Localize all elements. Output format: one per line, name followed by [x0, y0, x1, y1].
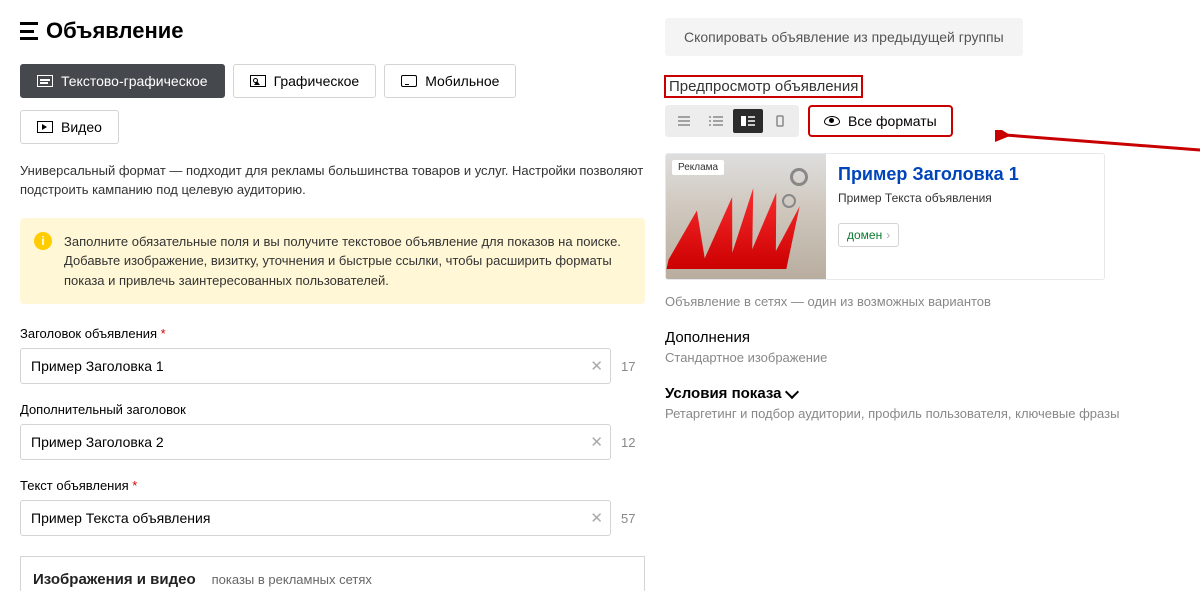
- copy-previous-button[interactable]: Скопировать объявление из предыдущей гру…: [665, 18, 1023, 56]
- title2-counter: 12: [621, 435, 645, 450]
- ad-preview-card: Реклама Пример Заголовка 1 Пример Текста…: [665, 153, 1105, 280]
- text-label: Текст объявления *: [20, 478, 645, 493]
- view-list2[interactable]: [701, 109, 731, 133]
- clear-icon[interactable]: ✕: [590, 509, 603, 527]
- tab-graphic[interactable]: Графическое: [233, 64, 377, 98]
- tab-label: Текстово-графическое: [61, 73, 208, 89]
- clear-icon[interactable]: ✕: [590, 433, 603, 451]
- tab-label: Видео: [61, 119, 102, 135]
- view-mode-buttons: [665, 105, 799, 137]
- ad-preview-text: Пример Текста объявления: [838, 191, 1092, 205]
- text-counter: 57: [621, 511, 645, 526]
- video-icon: [37, 121, 53, 133]
- ad-label-badge: Реклама: [672, 160, 724, 175]
- image-icon: [250, 75, 266, 87]
- title1-input[interactable]: [20, 348, 611, 384]
- addons-text: Стандартное изображение: [665, 350, 1180, 365]
- info-box: i Заполните обязательные поля и вы получ…: [20, 218, 645, 305]
- tab-video[interactable]: Видео: [20, 110, 119, 144]
- mobile-icon: [401, 75, 417, 87]
- clear-icon[interactable]: ✕: [590, 357, 603, 375]
- text-graphic-icon: [37, 75, 53, 87]
- text-input[interactable]: [20, 500, 611, 536]
- preview-note: Объявление в сетях — один из возможных в…: [665, 294, 1180, 309]
- preview-title: Предпросмотр объявления: [665, 76, 862, 97]
- chevron-down-icon: [785, 384, 799, 398]
- title1-label: Заголовок объявления *: [20, 326, 645, 341]
- addons-title: Дополнения: [665, 329, 1180, 346]
- tab-label: Графическое: [274, 73, 360, 89]
- format-description: Универсальный формат — подходит для рекл…: [20, 162, 645, 200]
- conditions-toggle[interactable]: Условия показа: [665, 385, 797, 402]
- ad-preview-domain[interactable]: домен: [838, 223, 899, 247]
- info-icon: i: [34, 232, 52, 250]
- collapse-icon[interactable]: [20, 22, 38, 40]
- ad-preview-image: Реклама: [666, 154, 826, 279]
- ad-preview-title[interactable]: Пример Заголовка 1: [838, 164, 1092, 185]
- conditions-text: Ретаргетинг и подбор аудитории, профиль …: [665, 406, 1180, 421]
- title2-input[interactable]: [20, 424, 611, 460]
- eye-icon: [824, 116, 840, 126]
- title1-counter: 17: [621, 359, 645, 374]
- annotation-arrow: [995, 130, 1200, 160]
- tab-text-graphic[interactable]: Текстово-графическое: [20, 64, 225, 98]
- title2-label: Дополнительный заголовок: [20, 402, 645, 417]
- all-formats-button[interactable]: Все форматы: [809, 106, 952, 136]
- view-device[interactable]: [765, 109, 795, 133]
- info-text: Заполните обязательные поля и вы получит…: [64, 234, 621, 288]
- tab-label: Мобильное: [425, 73, 499, 89]
- tab-mobile[interactable]: Мобильное: [384, 64, 516, 98]
- page-title: Объявление: [46, 18, 184, 44]
- images-video-section: Изображения и видео показы в рекламных с…: [20, 556, 645, 591]
- view-card[interactable]: [733, 109, 763, 133]
- view-list1[interactable]: [669, 109, 699, 133]
